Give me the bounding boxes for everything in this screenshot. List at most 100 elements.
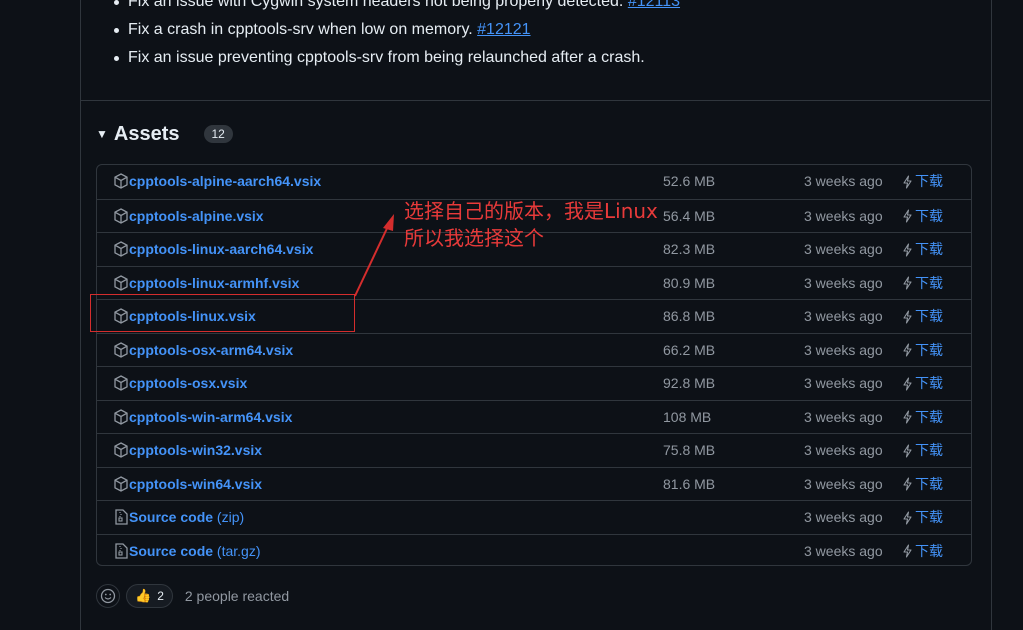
asset-size: 108 MB — [663, 408, 712, 425]
download-button[interactable]: 下载 — [901, 233, 943, 266]
source-code-ext: (zip) — [216, 509, 245, 525]
reactions-summary: 2 people reacted — [184, 588, 290, 604]
release-note-item: Fix an issue with Cygwin system headers … — [112, 0, 680, 16]
download-icon — [903, 276, 912, 290]
download-label: 下载 — [915, 207, 943, 224]
asset-size: 80.9 MB — [663, 274, 716, 291]
download-button[interactable]: 下载 — [901, 434, 943, 467]
annotation-line-2: 所以我选择这个 — [404, 226, 544, 250]
file-zip-icon — [115, 509, 128, 525]
asset-file-link[interactable]: cpptools-win32.vsix — [129, 434, 262, 467]
thumbs-up-count: 2 — [157, 589, 164, 603]
smiley-icon — [100, 588, 116, 604]
asset-date: 3 weeks ago — [804, 308, 883, 324]
package-icon — [114, 241, 128, 257]
download-button[interactable]: 下载 — [901, 367, 943, 400]
download-icon — [903, 544, 912, 558]
thumbs-up-reaction-button[interactable]: 👍 2 — [126, 584, 173, 608]
download-button[interactable]: 下载 — [901, 535, 943, 566]
asset-row: Source code (tar.gz) 3 weeks ago 下载 — [97, 533, 971, 566]
source-code-name: Source code — [129, 542, 214, 559]
assets-title: Assets — [113, 122, 180, 145]
source-code-link[interactable]: Source code (tar.gz) — [129, 535, 261, 566]
download-label: 下载 — [915, 308, 943, 324]
asset-file-link[interactable]: cpptools-linux-aarch64.vsix — [129, 233, 313, 266]
issue-link[interactable]: #12113 — [628, 0, 680, 10]
asset-date: 3 weeks ago — [804, 274, 883, 291]
asset-row: cpptools-alpine-aarch64.vsix 52.6 MB 3 wee… — [97, 165, 971, 199]
asset-row: Source code (zip) 3 weeks ago 下载 — [97, 500, 971, 534]
asset-date: 3 weeks ago — [804, 241, 883, 257]
asset-size: 86.8 MB — [663, 308, 716, 324]
download-button[interactable]: 下载 — [901, 200, 943, 233]
asset-file-link[interactable]: cpptools-osx-arm64.vsix — [129, 334, 293, 367]
asset-date: 3 weeks ago — [804, 173, 883, 189]
download-button[interactable]: 下载 — [901, 300, 943, 333]
annotation-highlight-box — [90, 294, 355, 332]
download-button[interactable]: 下载 — [901, 334, 943, 367]
asset-size: 66.2 MB — [663, 341, 716, 358]
section-divider — [81, 100, 990, 101]
asset-file-link[interactable]: cpptools-alpine.vsix — [129, 200, 264, 233]
assets-count-badge: 12 — [203, 125, 233, 143]
release-note-item: Fix an issue preventing cpptools-srv fro… — [112, 44, 680, 72]
thumbs-up-icon: 👍 — [135, 588, 152, 603]
package-icon — [114, 475, 128, 492]
asset-size: 52.6 MB — [663, 173, 716, 189]
asset-file-link[interactable]: cpptools-alpine-aarch64.vsix — [129, 165, 321, 198]
asset-row: cpptools-win-arm64.vsix 108 MB 3 weeks ago… — [97, 399, 971, 434]
asset-row: cpptools-win32.vsix 75.8 MB 3 weeks ago 下载 — [97, 433, 971, 467]
download-icon — [903, 309, 912, 324]
asset-size: 75.8 MB — [663, 442, 716, 458]
source-code-ext: (tar.gz) — [216, 542, 261, 559]
download-icon — [903, 410, 912, 424]
download-icon — [903, 510, 912, 525]
download-label: 下载 — [915, 173, 943, 189]
asset-file-link[interactable]: cpptools-win64.vsix — [129, 468, 262, 501]
package-icon — [114, 274, 128, 291]
package-icon — [114, 207, 128, 224]
download-button[interactable]: 下载 — [901, 267, 943, 300]
asset-date: 3 weeks ago — [804, 475, 883, 492]
issue-link[interactable]: #12121 — [477, 21, 530, 38]
asset-date: 3 weeks ago — [804, 408, 883, 425]
asset-date: 3 weeks ago — [804, 341, 883, 358]
download-label: 下载 — [915, 408, 943, 425]
download-label: 下载 — [915, 274, 943, 291]
asset-date: 3 weeks ago — [804, 442, 883, 458]
asset-size: 82.3 MB — [663, 241, 716, 257]
download-label: 下载 — [915, 341, 943, 358]
download-label: 下载 — [915, 475, 943, 492]
download-icon — [903, 343, 912, 357]
download-button[interactable]: 下载 — [901, 165, 943, 198]
download-label: 下载 — [915, 375, 943, 391]
asset-date: 3 weeks ago — [804, 207, 883, 224]
asset-date: 3 weeks ago — [804, 542, 883, 559]
asset-file-link[interactable]: cpptools-osx.vsix — [129, 367, 247, 400]
download-label: 下载 — [915, 542, 943, 559]
annotation-line-1: 选择自己的版本，我是Linux — [404, 199, 658, 223]
source-code-link[interactable]: Source code (zip) — [129, 501, 244, 534]
package-icon — [114, 341, 128, 358]
download-button[interactable]: 下载 — [901, 468, 943, 501]
file-zip-icon — [115, 542, 128, 559]
reactions-bar: 👍 2 2 people reacted — [96, 584, 289, 608]
download-icon — [903, 443, 912, 458]
add-reaction-button[interactable] — [96, 584, 120, 608]
asset-date: 3 weeks ago — [804, 375, 883, 391]
download-label: 下载 — [915, 442, 943, 458]
package-icon — [114, 173, 128, 189]
assets-toggle[interactable]: ▼ Assets 12 — [96, 120, 233, 148]
asset-size: 56.4 MB — [663, 207, 716, 224]
asset-row: cpptools-osx.vsix 92.8 MB 3 weeks ago 下载 — [97, 366, 971, 400]
release-note-item: Fix a crash in cpptools-srv when low on … — [112, 16, 680, 44]
download-icon — [903, 376, 912, 391]
source-code-name: Source code — [129, 509, 214, 525]
download-icon — [903, 477, 912, 491]
asset-file-link[interactable]: cpptools-win-arm64.vsix — [129, 401, 292, 434]
asset-row: cpptools-osx-arm64.vsix 66.2 MB 3 weeks ag… — [97, 332, 971, 367]
asset-size: 81.6 MB — [663, 475, 716, 492]
download-button[interactable]: 下载 — [901, 501, 943, 534]
download-button[interactable]: 下载 — [901, 401, 943, 434]
release-notes-list: Fix an issue with Cygwin system headers … — [112, 0, 680, 72]
